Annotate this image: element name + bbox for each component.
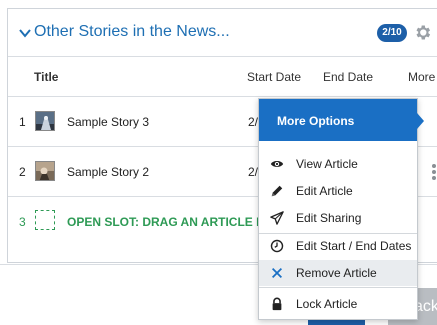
menu-item-remove-article[interactable]: Remove Article	[259, 260, 417, 286]
menu-item-edit-dates[interactable]: Edit Start / End Dates	[259, 233, 417, 259]
pencil-icon	[271, 185, 283, 197]
column-headers: Title Start Date End Date More	[8, 57, 437, 97]
menu-item-lock-article[interactable]: Lock Article	[259, 291, 417, 317]
menu-item-edit-article[interactable]: Edit Article	[259, 178, 417, 204]
more-options-menu: More Options View Article Edit Article E…	[258, 98, 424, 320]
row-number: 2	[19, 165, 26, 179]
panel-header: Other Stories in the News... 2/10	[8, 9, 437, 57]
col-start-date[interactable]: Start Date	[247, 70, 301, 84]
x-icon	[272, 268, 282, 278]
menu-item-edit-sharing[interactable]: Edit Sharing	[259, 205, 417, 231]
menu-item-label: Lock Article	[296, 297, 358, 311]
story-start-date: 2/	[248, 115, 259, 129]
menu-item-view-article[interactable]: View Article	[259, 151, 417, 177]
story-thumbnail	[35, 161, 55, 181]
story-title[interactable]: Sample Story 2	[67, 165, 149, 179]
story-start-date: 2/	[248, 165, 259, 179]
menu-item-label: Edit Article	[296, 184, 353, 198]
menu-pointer	[417, 113, 424, 129]
stage: Other Stories in the News... 2/10 Title …	[0, 0, 437, 325]
chevron-down-icon[interactable]	[18, 27, 32, 39]
lock-icon	[272, 297, 282, 311]
menu-item-label: Edit Sharing	[296, 211, 362, 225]
paper-plane-icon	[270, 211, 284, 225]
menu-divider	[259, 287, 417, 288]
panel-title[interactable]: Other Stories in the News...	[34, 23, 230, 41]
col-end-date[interactable]: End Date	[323, 70, 373, 84]
row-number: 3	[19, 215, 26, 229]
story-title[interactable]: Sample Story 3	[67, 115, 149, 129]
story-thumbnail	[35, 111, 55, 131]
menu-item-label: View Article	[296, 157, 358, 171]
col-title[interactable]: Title	[34, 70, 58, 84]
col-more: More	[408, 70, 436, 84]
open-slot-text: OPEN SLOT: DRAG AN ARTICLE HER	[67, 215, 282, 229]
eye-icon	[270, 161, 284, 167]
count-badge: 2/10	[377, 24, 407, 42]
row-number: 1	[19, 115, 26, 129]
primary-button-edge[interactable]	[308, 320, 365, 325]
drop-target-box[interactable]	[35, 210, 55, 230]
menu-item-label: Remove Article	[296, 266, 377, 280]
menu-item-label: Edit Start / End Dates	[296, 239, 412, 253]
gear-icon[interactable]	[413, 23, 432, 42]
more-options-icon[interactable]	[431, 164, 437, 180]
menu-header: More Options	[259, 99, 417, 141]
clock-icon	[270, 239, 284, 253]
